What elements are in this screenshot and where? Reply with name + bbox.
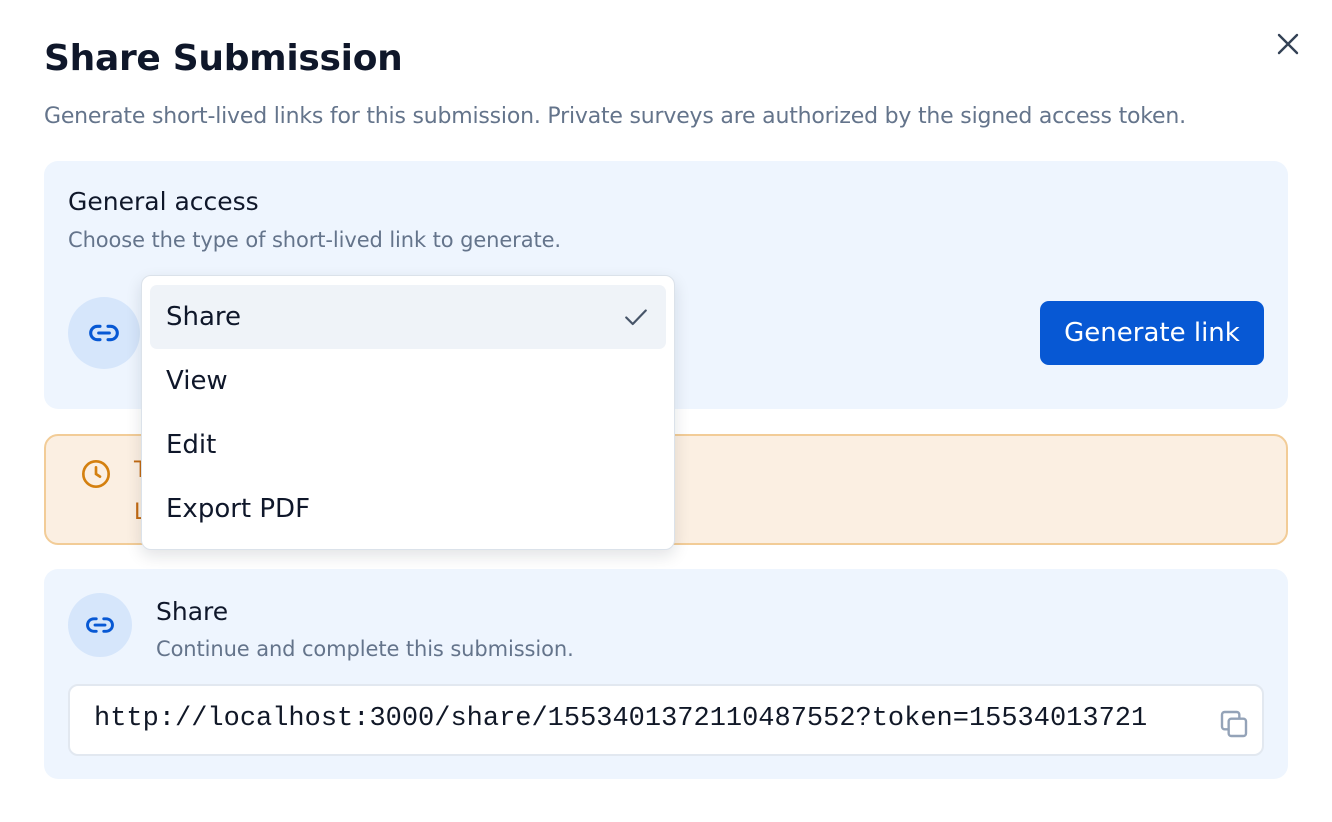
share-link-title: Share: [156, 597, 229, 626]
link-icon: [86, 617, 114, 633]
dialog-title: Share Submission: [44, 38, 403, 79]
link-icon: [89, 324, 119, 342]
access-link-icon-badge: [68, 297, 140, 369]
check-icon: [625, 309, 647, 326]
share-link-panel: Share Continue and complete this submiss…: [44, 569, 1288, 779]
option-label: Share: [166, 302, 242, 332]
share-submission-dialog: Share Submission Generate short-lived li…: [0, 0, 1332, 822]
link-type-dropdown-menu: Share View Edit Export PDF: [141, 275, 675, 550]
share-link-icon-badge: [68, 593, 132, 657]
share-link-subtitle: Continue and complete this submission.: [156, 637, 574, 661]
option-share[interactable]: Share: [150, 285, 666, 349]
copy-url-button[interactable]: [1216, 706, 1252, 742]
dialog-description: Generate short-lived links for this subm…: [44, 104, 1186, 129]
option-export-pdf[interactable]: Export PDF: [150, 477, 666, 541]
option-view[interactable]: View: [150, 349, 666, 413]
share-url-text[interactable]: http://localhost:3000/share/155340137211…: [94, 704, 1147, 734]
option-edit[interactable]: Edit: [150, 413, 666, 477]
close-icon: [1277, 33, 1299, 55]
general-access-title: General access: [68, 187, 259, 216]
generate-link-button[interactable]: Generate link: [1040, 301, 1264, 365]
option-label: Export PDF: [166, 494, 311, 524]
option-label: View: [166, 366, 228, 396]
option-label: Edit: [166, 430, 217, 460]
clock-icon: [82, 460, 110, 488]
general-access-subtitle: Choose the type of short-lived link to g…: [68, 228, 561, 252]
copy-icon: [1220, 710, 1248, 738]
close-button[interactable]: [1270, 26, 1306, 62]
share-url-field[interactable]: http://localhost:3000/share/155340137211…: [68, 684, 1264, 756]
